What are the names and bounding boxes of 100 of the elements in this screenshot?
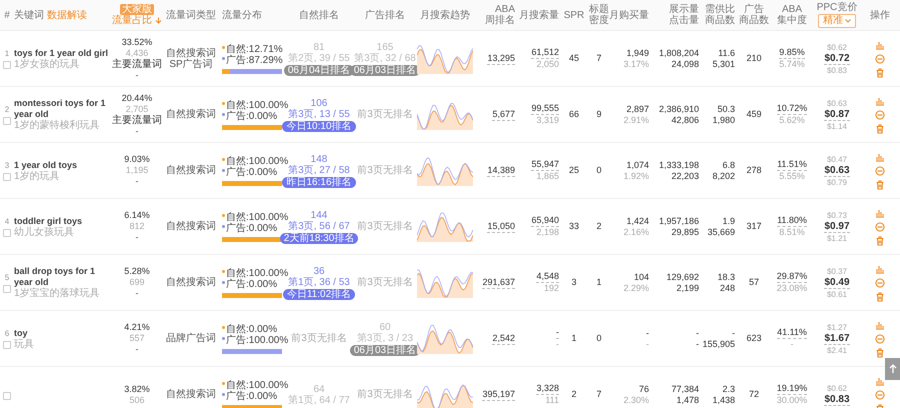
version-badge: 大家版 [120, 4, 154, 15]
keyword-text: toys for 1 year old girl [14, 48, 108, 58]
main-traffic-tag: 主要流量词 [112, 58, 162, 70]
traffic-share: 3.82% [124, 384, 150, 394]
impressions: 1,957,186 [658, 216, 699, 226]
row-checkbox[interactable] [3, 117, 11, 125]
match-type-dropdown[interactable]: 精准 [818, 14, 856, 28]
ad-product-count: 317 [746, 221, 762, 232]
search-volume: 3,328 [536, 383, 559, 395]
column-header[interactable]: 操作 [870, 10, 890, 20]
trash-icon[interactable] [875, 292, 885, 302]
impressions: 77,384 [671, 384, 699, 394]
purchase-rate: 2.30% [623, 394, 649, 406]
bar-chart-icon[interactable] [875, 152, 885, 162]
ppc-low: $0.73 [826, 210, 848, 220]
bar-chart-icon[interactable] [875, 320, 885, 330]
aba-concentration-sub: 5.74% [779, 59, 805, 70]
search-volume-sub: 3,319 [536, 115, 559, 126]
bar-chart-icon[interactable] [875, 96, 885, 106]
rank-position: 第1页, 64 / 77 [288, 394, 350, 406]
column-header[interactable]: 流量占比 [112, 15, 152, 26]
column-header: 密度 [589, 15, 609, 26]
rank-text: 前3页无排名 [357, 389, 413, 400]
trash-icon[interactable] [875, 180, 885, 190]
row-checkbox[interactable] [3, 61, 11, 69]
data-interpretation-link[interactable]: 数据解读 [47, 10, 87, 20]
aba-concentration: 11.80% [777, 215, 807, 227]
row-checkbox[interactable] [3, 229, 11, 237]
ppc-high: $0.79 [826, 176, 848, 188]
aba-concentration: 10.72% [776, 103, 808, 115]
row-number: 3 [4, 160, 10, 171]
column-header[interactable]: ABA [494, 4, 515, 15]
column-header[interactable]: 月搜索趋势 [420, 10, 470, 20]
trash-icon[interactable] [875, 236, 885, 246]
minus-circle-icon[interactable] [875, 166, 885, 176]
product-count: 248 [720, 282, 735, 294]
minus-circle-icon[interactable] [875, 278, 885, 288]
minus-circle-icon[interactable] [875, 390, 885, 400]
column-header[interactable]: 流量词类型 [166, 10, 216, 20]
traffic-count: 506 [129, 394, 145, 406]
row-checkbox[interactable] [3, 173, 11, 181]
spr-value: 33 [568, 221, 579, 232]
column-header[interactable]: 标题 [589, 4, 609, 15]
keyword-type: SP广告词 [169, 58, 213, 70]
rank-value: 64 [313, 384, 325, 394]
column-header[interactable]: PPC竞价 [816, 2, 858, 13]
column-header[interactable]: 广告 [744, 4, 764, 15]
aba-rank: 291,637 [482, 276, 515, 288]
keyword-text: ball drop toys for 1 year old [14, 266, 96, 288]
product-count: 1,980 [712, 114, 735, 126]
aba-concentration-sub: 30.00% [776, 395, 808, 406]
column-header[interactable]: SPR [564, 10, 584, 20]
column-header[interactable]: 需供比 [705, 4, 735, 15]
traffic-share: 5.28% [124, 266, 150, 277]
column-header[interactable]: # [4, 10, 10, 20]
spr-value: 45 [568, 53, 579, 64]
bar-chart-icon[interactable] [875, 376, 885, 386]
row-checkbox[interactable] [3, 341, 11, 349]
minus-circle-icon[interactable] [875, 110, 885, 120]
trash-icon[interactable] [875, 68, 885, 78]
column-header[interactable]: 展示量 [669, 4, 699, 15]
ppc-high: $1.21 [826, 232, 848, 244]
keyword-type: 自然搜索词 [166, 221, 216, 232]
bar-chart-icon[interactable] [875, 208, 885, 218]
aba-concentration: 29.87% [776, 271, 808, 283]
column-header: 周排名 [485, 15, 515, 26]
column-header[interactable]: 广告排名 [365, 10, 405, 20]
keyword-translation: 1岁宝宝的落球玩具 [14, 288, 100, 299]
bar-chart-icon[interactable] [875, 264, 885, 274]
minus-circle-icon[interactable] [875, 222, 885, 232]
title-density: 1 [596, 277, 602, 288]
rank-value: 81 [313, 42, 325, 52]
column-header[interactable]: 流量分布 [222, 10, 262, 20]
column-header[interactable]: 关键词 [14, 10, 44, 20]
trash-icon[interactable] [875, 348, 885, 358]
ppc-low: $0.62 [826, 42, 848, 52]
column-header[interactable]: ABA [782, 4, 802, 15]
aba-concentration: 9.85% [779, 47, 805, 59]
bar-chart-icon[interactable] [875, 40, 885, 50]
aba-rank: 13,295 [487, 52, 515, 64]
minus-circle-icon[interactable] [875, 54, 885, 64]
scroll-top-button[interactable] [885, 358, 900, 380]
ppc-bid: $1.67 [824, 332, 850, 344]
minus-circle-icon[interactable] [875, 334, 885, 344]
row-checkbox[interactable] [3, 392, 11, 400]
sort-down-icon[interactable] [155, 17, 162, 24]
rank-position: 第3页, 27 / 58 [288, 164, 350, 176]
row-number: 2 [4, 104, 10, 115]
rank-time-badge: 今日11:02排名 [282, 288, 356, 300]
ad-share: 广告:0.00% [226, 110, 278, 122]
trash-icon[interactable] [875, 124, 885, 134]
purchase-rate: 2.29% [623, 282, 649, 294]
keyword-translation: 幼儿女孩玩具 [14, 226, 74, 238]
column-header[interactable]: 月搜索量 [519, 10, 559, 20]
column-header[interactable]: 自然排名 [299, 10, 339, 20]
impressions: 1,808,204 [658, 48, 699, 58]
row-checkbox[interactable] [3, 285, 11, 293]
traffic-share-bar [222, 404, 282, 408]
column-header[interactable]: 月购买量 [609, 10, 649, 20]
supply-ratio: 1.9 [722, 216, 735, 226]
